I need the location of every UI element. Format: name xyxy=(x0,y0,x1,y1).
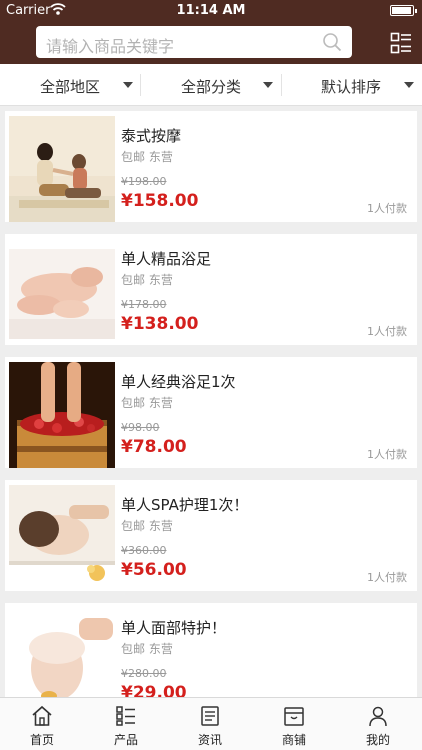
filter-category[interactable]: 全部分类 xyxy=(141,64,281,106)
product-card[interactable]: 单人经典浴足1次 包邮 东营 ¥98.00 ¥78.00 1人付款 xyxy=(5,357,417,468)
category-menu-icon[interactable] xyxy=(390,32,412,54)
product-image xyxy=(9,485,115,591)
sale-price: ¥138.00 xyxy=(121,314,199,334)
product-tags: 包邮 东营 xyxy=(121,519,173,533)
product-name: 单人精品浴足 xyxy=(121,250,212,268)
news-icon xyxy=(201,706,219,726)
product-tags: 包邮 东营 xyxy=(121,642,173,656)
home-icon xyxy=(32,705,52,726)
chevron-down-icon xyxy=(404,82,414,88)
sale-price: ¥158.00 xyxy=(121,191,199,211)
status-bar: Carrier 11:14 AM xyxy=(0,0,422,22)
user-icon xyxy=(369,706,387,727)
search-icon[interactable] xyxy=(322,32,342,52)
product-image xyxy=(9,239,115,345)
sales-count: 1人付款 xyxy=(367,448,407,461)
original-price: ¥178.00 xyxy=(121,298,167,311)
tab-home[interactable]: 首页 xyxy=(0,698,84,750)
clock: 11:14 AM xyxy=(176,3,246,18)
product-list: 泰式按摩 包邮 东营 ¥198.00 ¥158.00 1人付款 单人精品浴足 包… xyxy=(0,106,422,697)
bottom-tab-bar: 首页 产品 资讯 商铺 我的 xyxy=(0,697,422,750)
sales-count: 1人付款 xyxy=(367,571,407,584)
product-image xyxy=(9,608,115,697)
product-card[interactable]: 泰式按摩 包邮 东营 ¥198.00 ¥158.00 1人付款 xyxy=(5,111,417,222)
tab-profile[interactable]: 我的 xyxy=(336,698,420,750)
filter-region-label: 全部地区 xyxy=(40,78,101,96)
tab-products[interactable]: 产品 xyxy=(84,698,168,750)
filter-region[interactable]: 全部地区 xyxy=(0,64,140,106)
filter-sort[interactable]: 默认排序 xyxy=(282,64,422,106)
product-name: 泰式按摩 xyxy=(121,127,182,145)
product-tags: 包邮 东营 xyxy=(121,396,173,410)
original-price: ¥360.00 xyxy=(121,544,167,557)
product-name: 单人经典浴足1次 xyxy=(121,373,236,391)
product-name: 单人面部特护！ xyxy=(121,619,227,637)
battery-icon xyxy=(390,5,417,16)
product-name: 单人SPA护理1次！ xyxy=(121,496,249,514)
shop-icon xyxy=(284,707,304,726)
header: 请输入商品关键字 xyxy=(0,22,422,64)
filter-bar: 全部地区 全部分类 默认排序 xyxy=(0,64,422,106)
tab-profile-label: 我的 xyxy=(365,733,390,747)
original-price: ¥98.00 xyxy=(121,421,160,434)
tab-news[interactable]: 资讯 xyxy=(168,698,252,750)
sales-count: 1人付款 xyxy=(367,202,407,215)
product-card[interactable]: 单人面部特护！ 包邮 东营 ¥280.00 ¥29.00 xyxy=(5,603,417,697)
tab-shop-label: 商铺 xyxy=(281,733,306,747)
product-tags: 包邮 东营 xyxy=(121,273,173,287)
filter-sort-label: 默认排序 xyxy=(321,78,382,96)
filter-category-label: 全部分类 xyxy=(181,78,242,96)
sale-price: ¥56.00 xyxy=(121,560,187,580)
original-price: ¥198.00 xyxy=(121,175,167,188)
chevron-down-icon xyxy=(263,82,273,88)
product-card[interactable]: 单人精品浴足 包邮 东营 ¥178.00 ¥138.00 1人付款 xyxy=(5,234,417,345)
sale-price: ¥78.00 xyxy=(121,437,187,457)
product-tags: 包邮 东营 xyxy=(121,150,173,164)
product-card[interactable]: 单人SPA护理1次！ 包邮 东营 ¥360.00 ¥56.00 1人付款 xyxy=(5,480,417,591)
product-list-icon xyxy=(116,706,135,726)
search-placeholder: 请输入商品关键字 xyxy=(46,37,175,56)
tab-news-label: 资讯 xyxy=(197,733,222,747)
original-price: ¥280.00 xyxy=(121,667,167,680)
tab-shop[interactable]: 商铺 xyxy=(252,698,336,750)
search-input[interactable]: 请输入商品关键字 xyxy=(36,26,352,58)
chevron-down-icon xyxy=(123,82,133,88)
sale-price: ¥29.00 xyxy=(121,683,187,697)
tab-products-label: 产品 xyxy=(113,733,138,747)
product-image xyxy=(9,116,115,222)
tab-home-label: 首页 xyxy=(29,733,54,747)
sales-count: 1人付款 xyxy=(367,325,407,338)
product-image xyxy=(9,362,115,468)
